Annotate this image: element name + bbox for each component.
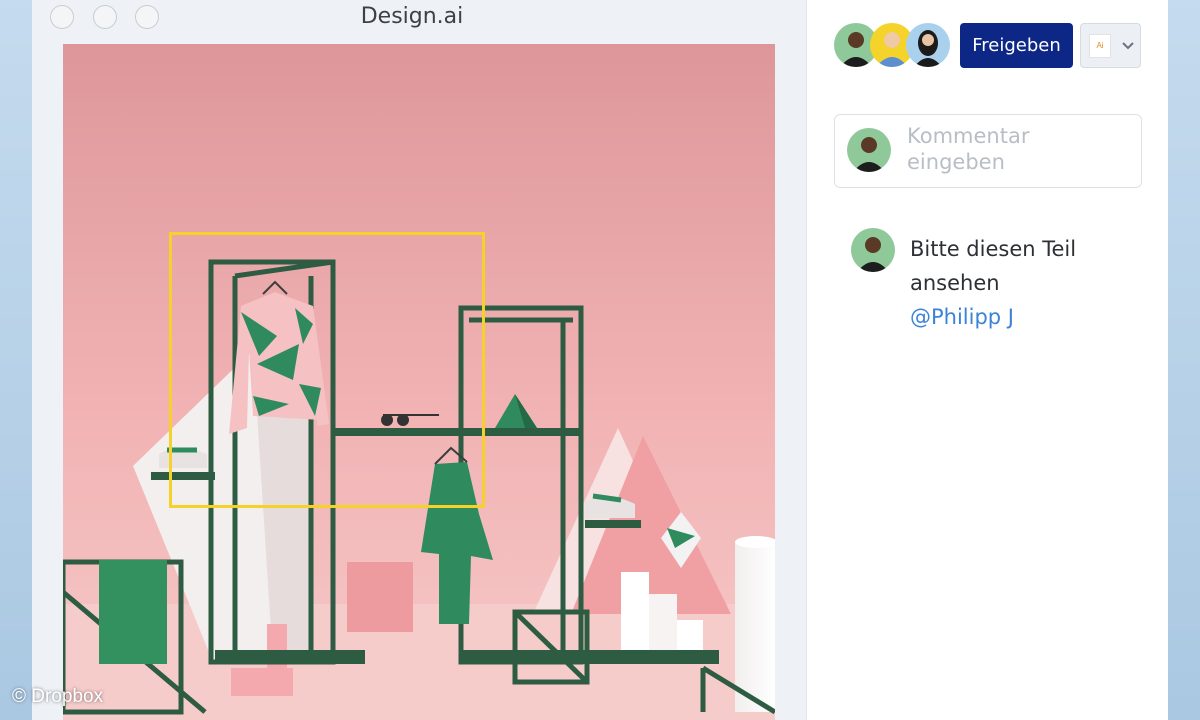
comment-input[interactable] bbox=[907, 123, 1127, 179]
current-user-avatar bbox=[847, 128, 891, 172]
comment-box bbox=[834, 114, 1142, 188]
file-menu-button[interactable]: Ai bbox=[1080, 23, 1141, 68]
comment-body: Bitte diesen Teil ansehen bbox=[910, 237, 1077, 295]
collaborator-avatar-3[interactable] bbox=[906, 23, 950, 67]
desktop-background-right bbox=[1168, 0, 1200, 720]
comment-mention-link[interactable]: @Philipp J bbox=[910, 300, 1150, 334]
illustrator-file-icon: Ai bbox=[1089, 34, 1111, 58]
watermark: © Dropbox bbox=[12, 686, 104, 707]
panel-divider bbox=[806, 0, 807, 720]
app-window: Design.ai © Dropbox Freigeben Ai Komment… bbox=[12, 0, 1168, 720]
chevron-down-icon bbox=[1122, 42, 1134, 50]
desktop-background-left bbox=[0, 0, 32, 720]
share-button[interactable]: Freigeben bbox=[960, 23, 1073, 68]
minimize-window-button[interactable] bbox=[93, 5, 117, 29]
selection-box[interactable] bbox=[169, 232, 485, 508]
avatar-woman-icon bbox=[914, 30, 942, 67]
zoom-window-button[interactable] bbox=[135, 5, 159, 29]
avatar-man-icon bbox=[857, 237, 889, 272]
canvas-panel: Design.ai © Dropbox bbox=[12, 0, 806, 720]
comment-message: Bitte diesen Teil ansehen @Philipp J bbox=[910, 232, 1150, 334]
close-window-button[interactable] bbox=[50, 5, 74, 29]
window-title: Design.ai bbox=[360, 4, 464, 29]
comment-author-avatar bbox=[851, 228, 895, 272]
avatar-man-icon bbox=[853, 137, 885, 172]
design-artboard[interactable] bbox=[63, 44, 775, 720]
